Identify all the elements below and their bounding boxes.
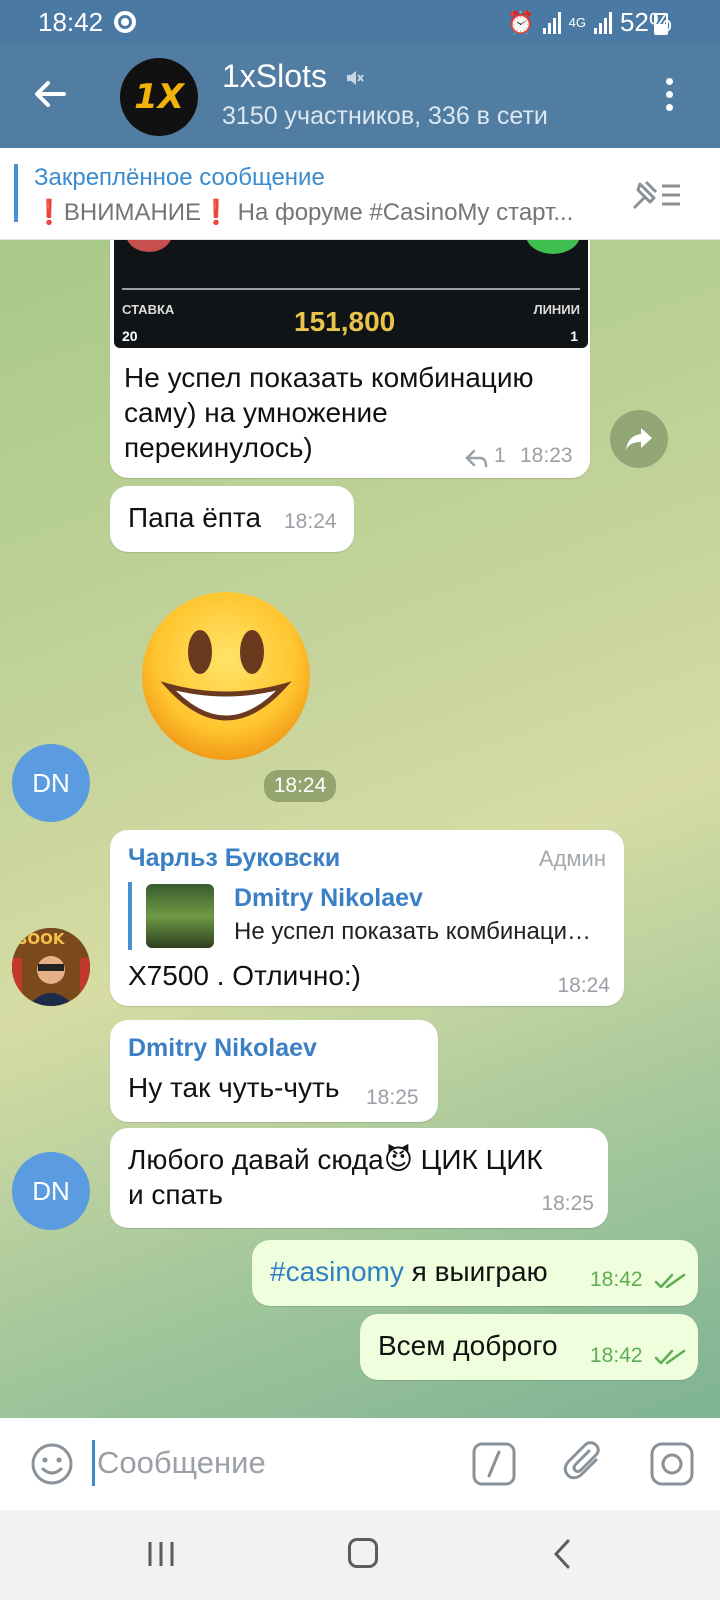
message-time: 18:25 xyxy=(541,1192,594,1215)
pinned-message[interactable]: Закреплённое сообщение ❗ВНИМАНИЕ❗ На фор… xyxy=(0,148,720,240)
instagram-camera-icon[interactable] xyxy=(650,1442,694,1486)
admin-badge: Админ xyxy=(538,846,606,871)
network-type: 4G xyxy=(568,15,586,30)
stake-value: 20 xyxy=(122,328,138,344)
avatar-image: BOOK xyxy=(12,928,90,1006)
pinned-title: Закреплённое сообщение xyxy=(34,164,325,191)
pinned-text: ❗ВНИМАНИЕ❗ На форуме #CasinoMy старт... xyxy=(34,199,574,226)
smiley-sticker[interactable] xyxy=(140,590,312,762)
message-bubble[interactable]: Чарльз Буковски Админ Dmitry Nikolaev Не… xyxy=(110,830,624,1006)
reply-thumbnail xyxy=(146,884,214,948)
double-check-icon xyxy=(654,1273,686,1289)
battery-icon xyxy=(654,13,668,35)
reply-text: Не успел показать комбинацию саму) на ум… xyxy=(234,918,602,945)
message-input[interactable] xyxy=(92,1440,452,1486)
slot-spin-button xyxy=(526,240,580,254)
message-bubble[interactable]: Папа ёпта 18:24 xyxy=(110,486,354,552)
avatar[interactable]: DN xyxy=(12,744,90,822)
emoji-icon[interactable] xyxy=(30,1442,74,1486)
avatar[interactable]: BOOK xyxy=(12,928,90,1006)
message-time: 18:42 xyxy=(590,1268,643,1291)
avatar[interactable]: DN xyxy=(12,1152,90,1230)
paperclip-icon[interactable] xyxy=(562,1440,608,1486)
outgoing-message-bubble[interactable]: Всем доброго 18:42 xyxy=(360,1314,698,1380)
reply-icon xyxy=(465,449,488,468)
double-check-icon xyxy=(654,1349,686,1365)
muted-speaker-icon xyxy=(347,71,364,85)
message-composer xyxy=(0,1418,720,1510)
reply-preview[interactable]: Dmitry Nikolaev Не успел показать комбин… xyxy=(128,882,602,950)
bot-command-icon[interactable] xyxy=(472,1442,516,1486)
message-time: 18:25 xyxy=(366,1086,419,1109)
lines-value: 1 xyxy=(570,328,578,344)
system-nav-bar xyxy=(0,1510,720,1600)
sender-name[interactable]: Dmitry Nikolaev xyxy=(128,1034,317,1063)
message-text: Х7500 . Отлично:) xyxy=(128,960,361,991)
status-bar: 18:42 ⏰ 4G 52% xyxy=(0,0,720,44)
outgoing-message-bubble[interactable]: #casinomy я выиграю 18:42 xyxy=(252,1240,698,1306)
sticker-time: 18:24 xyxy=(264,770,336,802)
message-time: 18:24 xyxy=(284,510,337,533)
chat-header: 1X 1xSlots 3150 участников, 336 в сети xyxy=(0,44,720,148)
forward-button[interactable] xyxy=(610,410,668,468)
win-value: 151,800 xyxy=(294,306,396,337)
recent-apps-icon[interactable] xyxy=(146,1540,176,1568)
message-time: 18:24 xyxy=(557,974,610,997)
arrow-left-icon[interactable] xyxy=(30,74,70,114)
channel-title[interactable]: 1xSlots xyxy=(222,58,327,95)
message-bubble[interactable]: Dmitry Nikolaev Ну так чуть-чуть 18:25 xyxy=(110,1020,438,1122)
chat-area[interactable]: СТАВКА 20 151,800 ЛИНИИ 1 Не успел показ… xyxy=(0,240,720,1418)
message-bubble[interactable]: СТАВКА 20 151,800 ЛИНИИ 1 Не успел показ… xyxy=(110,240,590,478)
message-text: #casinomy я выиграю xyxy=(270,1256,548,1287)
reply-count[interactable]: 1 xyxy=(494,444,506,468)
svg-text:BOOK: BOOK xyxy=(16,930,66,948)
stake-label: СТАВКА xyxy=(122,302,175,317)
channel-subtitle: 3150 участников, 336 в сети xyxy=(222,102,548,130)
pinned-indicator xyxy=(14,164,18,222)
slot-divider xyxy=(122,288,580,290)
home-icon[interactable] xyxy=(348,1538,378,1568)
message-time: 18:42 xyxy=(590,1344,643,1367)
channel-avatar[interactable]: 1X xyxy=(120,58,198,136)
sender-name[interactable]: Чарльз Буковски xyxy=(128,844,340,873)
forward-icon xyxy=(626,428,652,450)
signal-icon-2 xyxy=(593,11,612,34)
hashtag-link[interactable]: #casinomy xyxy=(270,1256,404,1287)
message-time: 18:23 xyxy=(520,444,573,467)
status-icons: ⏰ 4G 52% xyxy=(507,7,672,38)
reply-sender: Dmitry Nikolaev xyxy=(234,884,423,912)
chrome-icon xyxy=(114,11,136,33)
signal-icon xyxy=(542,11,561,34)
status-time: 18:42 xyxy=(38,7,104,37)
message-text: Всем доброго xyxy=(378,1330,558,1361)
pin-list-icon[interactable] xyxy=(630,178,684,212)
alarm-icon: ⏰ xyxy=(507,9,535,35)
back-icon[interactable] xyxy=(548,1538,578,1570)
more-vertical-icon[interactable] xyxy=(666,78,674,114)
slot-screenshot[interactable]: СТАВКА 20 151,800 ЛИНИИ 1 xyxy=(114,240,588,348)
message-text: Любого давай сюда😈 ЦИК ЦИК и спать xyxy=(128,1144,543,1210)
lines-label: ЛИНИИ xyxy=(533,302,580,317)
message-text: Папа ёпта xyxy=(128,502,262,533)
message-text: Ну так чуть-чуть xyxy=(128,1072,340,1103)
message-bubble[interactable]: Любого давай сюда😈 ЦИК ЦИК и спать 18:25 xyxy=(110,1128,608,1228)
slot-stop-button xyxy=(126,240,172,252)
channel-logo: 1X xyxy=(134,77,184,117)
